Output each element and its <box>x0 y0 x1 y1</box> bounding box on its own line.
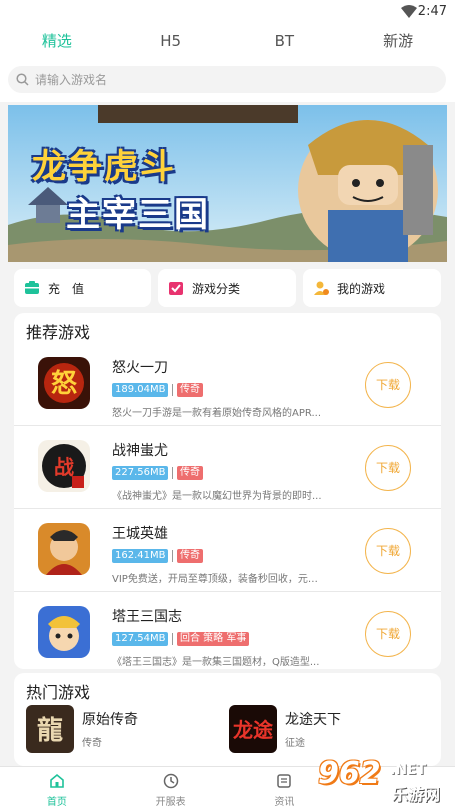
game-name: 怒火一刀 <box>112 360 168 376</box>
divider <box>172 633 173 645</box>
download-button[interactable]: 下载 <box>365 611 411 657</box>
game-icon: 怒 <box>38 357 90 409</box>
watermark-number: 962 <box>318 756 381 791</box>
download-button[interactable]: 下载 <box>365 362 411 408</box>
recharge-button[interactable]: 充 值 <box>14 269 151 307</box>
download-button[interactable]: 下载 <box>365 445 411 491</box>
divider <box>172 467 173 479</box>
promo-banner[interactable]: 龙争虎斗 主宰三国 <box>8 105 447 262</box>
game-row[interactable]: 怒 怒火一刀 189.04MB 传奇 怒火一刀手游是一款有着原始传奇风格的APR… <box>14 343 441 426</box>
clock-icon <box>163 773 178 789</box>
game-category: 传奇 <box>82 738 102 749</box>
game-size-badge: 127.54MB <box>112 632 169 646</box>
game-tag-badge: 传奇 <box>177 466 203 480</box>
game-icon: 龙途 <box>229 705 277 753</box>
category-icon <box>169 282 183 295</box>
home-icon <box>50 773 64 788</box>
recommend-section: 推荐游戏 怒 怒火一刀 189.04MB 传奇 怒火一刀手游是一款有着原始传奇风… <box>14 313 441 669</box>
banner-title-line2: 主宰三国 <box>66 195 210 235</box>
top-tabs: 精选 H5 BT 新游 <box>0 24 455 60</box>
game-tag-badge: 传奇 <box>177 549 203 563</box>
download-button[interactable]: 下载 <box>365 528 411 574</box>
game-size-badge: 227.56MB <box>112 466 169 480</box>
svg-text:龍: 龍 <box>37 715 63 746</box>
game-row[interactable]: 战 战神蚩尤 227.56MB 传奇 《战神蚩尤》是一款以魔幻世界为背景的即时.… <box>14 426 441 509</box>
game-description: 《塔王三国志》是一款集三国题材，Q版造型... <box>112 657 320 668</box>
game-tag-badge: 回合 策略 军事 <box>177 632 250 646</box>
hot-title: 热门游戏 <box>26 683 91 702</box>
tab-new-games[interactable]: 新游 <box>341 24 455 60</box>
game-row[interactable]: 塔王三国志 127.54MB 回合 策略 军事 《塔王三国志》是一款集三国题材，… <box>14 592 441 675</box>
game-description: 怒火一刀手游是一款有着原始传奇风格的APR... <box>112 408 321 419</box>
game-row[interactable]: 王城英雄 162.41MB 传奇 VIP免费送，开局至尊顶级，装备秒回收，元宝.… <box>14 509 441 592</box>
game-name: 原始传奇 <box>82 712 138 728</box>
my-games-button[interactable]: 我的游戏 <box>303 269 441 307</box>
status-time: 2:47 <box>417 4 447 19</box>
game-name: 王城英雄 <box>112 526 168 542</box>
game-tag-badge: 传奇 <box>177 383 203 397</box>
game-name: 龙途天下 <box>285 712 341 728</box>
my-games-label: 我的游戏 <box>337 281 386 296</box>
search-placeholder: 请输入游戏名 <box>35 73 108 87</box>
banner-title-line1: 龙争虎斗 <box>32 147 176 187</box>
recommend-title: 推荐游戏 <box>26 323 91 342</box>
tab-h5[interactable]: H5 <box>114 24 228 60</box>
search-input[interactable]: 请输入游戏名 <box>8 66 446 93</box>
tab-bt[interactable]: BT <box>228 24 342 60</box>
hot-game-item[interactable]: 龙途 龙途天下 征途 <box>229 705 409 757</box>
user-game-icon <box>314 281 329 295</box>
game-icon: 战 <box>38 440 90 492</box>
divider <box>172 550 173 562</box>
wallet-icon <box>25 281 39 294</box>
svg-text:战: 战 <box>54 455 74 479</box>
watermark-site: 乐游网 <box>392 785 441 804</box>
site-watermark: 962 .NET 乐游网 <box>318 756 453 808</box>
game-category: 征途 <box>285 738 305 749</box>
game-description: VIP免费送，开局至尊顶级，装备秒回收，元宝... <box>112 574 327 585</box>
search-icon <box>16 73 29 86</box>
nav-home[interactable]: 首页 <box>0 767 114 808</box>
divider <box>172 384 173 396</box>
nav-server-list-label: 开服表 <box>155 797 186 808</box>
svg-text:怒: 怒 <box>51 369 77 399</box>
game-icon: 龍 <box>26 705 74 753</box>
wifi-icon <box>401 5 417 18</box>
game-icon <box>38 523 90 575</box>
game-description: 《战神蚩尤》是一款以魔幻世界为背景的即时... <box>112 491 322 502</box>
hot-game-item[interactable]: 龍 原始传奇 传奇 <box>26 705 206 757</box>
game-name: 战神蚩尤 <box>112 443 168 459</box>
game-size-badge: 189.04MB <box>112 383 169 397</box>
recharge-label: 充 值 <box>48 281 85 296</box>
nav-home-label: 首页 <box>46 797 67 808</box>
status-bar: 2:47 <box>0 0 455 24</box>
watermark-net: .NET <box>390 762 427 778</box>
search-bar: 请输入游戏名 <box>0 60 455 102</box>
game-category-label: 游戏分类 <box>192 281 241 296</box>
game-size-badge: 162.41MB <box>112 549 169 563</box>
nav-server-list[interactable]: 开服表 <box>114 767 228 808</box>
news-icon <box>277 774 292 788</box>
game-category-button[interactable]: 游戏分类 <box>158 269 296 307</box>
game-name: 塔王三国志 <box>112 609 182 625</box>
tab-featured[interactable]: 精选 <box>0 24 114 60</box>
game-icon <box>38 606 90 658</box>
svg-text:龙途: 龙途 <box>233 718 274 742</box>
